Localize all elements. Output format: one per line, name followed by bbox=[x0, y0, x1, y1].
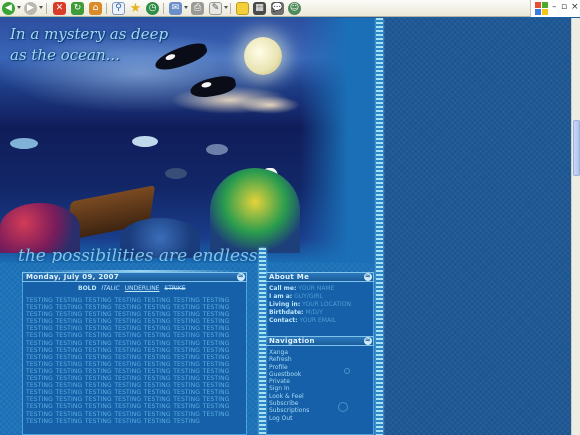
fish-image bbox=[206, 144, 228, 155]
formatting-sample: BOLD ITALIC UNDERLINE STRIKE bbox=[26, 285, 243, 293]
post-date-header: Monday, July 09, 2007 ≈ bbox=[22, 272, 247, 282]
search-icon[interactable]: ⚲ bbox=[112, 2, 125, 15]
artwork-fade bbox=[300, 18, 376, 263]
minimize-button[interactable]: – bbox=[552, 2, 557, 12]
window-controls: – ▫ × bbox=[530, 0, 580, 17]
fish-image bbox=[10, 138, 38, 149]
italic-sample: ITALIC bbox=[101, 285, 120, 292]
back-dropdown-icon[interactable] bbox=[17, 6, 21, 9]
bubble-decoration bbox=[344, 368, 350, 374]
nav-link-subscribe[interactable]: Subscribe bbox=[269, 400, 370, 407]
edit-icon[interactable]: ✎ bbox=[209, 2, 222, 15]
collapse-icon[interactable]: ≈ bbox=[237, 273, 245, 281]
mail-dropdown-icon[interactable] bbox=[184, 6, 188, 9]
nav-link-log-out[interactable]: Log Out bbox=[269, 415, 370, 422]
toolbar-separator bbox=[230, 3, 231, 14]
about-value: GUY/GIRL bbox=[294, 293, 323, 300]
favorites-icon[interactable]: ★ bbox=[129, 2, 142, 15]
header-artwork: In a mystery as deep as the ocean... the… bbox=[0, 18, 376, 263]
nav-link-refresh[interactable]: Refresh bbox=[269, 356, 370, 363]
chain-border-left bbox=[259, 248, 266, 435]
underline-sample: UNDERLINE bbox=[124, 285, 160, 292]
page-scrollbar[interactable] bbox=[571, 18, 580, 435]
navigation-panel: Xanga Refresh Profile Guestbook Private … bbox=[265, 346, 374, 435]
discuss-icon[interactable]: 💬 bbox=[271, 2, 284, 15]
about-value: YOUR EMAIL bbox=[299, 317, 337, 324]
sunset-cloud bbox=[240, 96, 300, 114]
about-me-title: About Me bbox=[269, 273, 310, 281]
collapse-icon[interactable]: ≈ bbox=[364, 337, 372, 345]
moon-image bbox=[244, 37, 282, 75]
back-icon[interactable]: ◀ bbox=[2, 2, 15, 15]
bubble-decoration bbox=[338, 402, 348, 412]
toolbar-separator bbox=[106, 3, 107, 14]
fish-image bbox=[165, 168, 187, 179]
refresh-icon[interactable]: ↻ bbox=[71, 2, 84, 15]
about-key: Call me: bbox=[269, 285, 297, 292]
nav-link-sign-in[interactable]: Sign In bbox=[269, 385, 370, 392]
header-subtagline: the possibilities are endless bbox=[18, 246, 258, 263]
browser-toolbar: ◀ ▶ ✕ ↻ ⌂ ⚲ ★ ◷ ✉ ⎙ ✎ ▦ 💬 ☺ – ▫ × bbox=[0, 0, 580, 17]
about-row: Contact: YOUR EMAIL bbox=[269, 317, 370, 325]
about-row: Birthdate: M/D/Y bbox=[269, 309, 370, 317]
navigation-header: Navigation ≈ bbox=[265, 336, 374, 346]
coral-reef bbox=[210, 168, 300, 253]
about-key: Living in: bbox=[269, 301, 301, 308]
about-value: YOUR LOCATION bbox=[302, 301, 352, 308]
maximize-button[interactable]: ▫ bbox=[561, 2, 567, 12]
about-me-panel: Call me: YOUR NAME I am a: GUY/GIRL Livi… bbox=[265, 282, 374, 343]
mail-icon[interactable]: ✉ bbox=[169, 2, 182, 15]
nav-link-guestbook[interactable]: Guestbook bbox=[269, 371, 370, 378]
print-icon[interactable]: ⎙ bbox=[191, 2, 204, 15]
chain-border-right bbox=[376, 18, 383, 435]
research-icon[interactable]: ☺ bbox=[288, 2, 301, 15]
about-row: Living in: YOUR LOCATION bbox=[269, 301, 370, 309]
about-key: Birthdate: bbox=[269, 309, 304, 316]
post-body: BOLD ITALIC UNDERLINE STRIKE TESTING TES… bbox=[22, 282, 247, 435]
about-key: I am a: bbox=[269, 293, 293, 300]
forward-icon[interactable]: ▶ bbox=[24, 2, 37, 15]
history-icon[interactable]: ◷ bbox=[146, 2, 159, 15]
page-canvas: In a mystery as deep as the ocean... the… bbox=[0, 18, 571, 435]
header-tagline: In a mystery as deep as the ocean... bbox=[10, 25, 169, 64]
stop-icon[interactable]: ✕ bbox=[53, 2, 66, 15]
about-key: Contact: bbox=[269, 317, 298, 324]
media-icon[interactable]: ▦ bbox=[253, 2, 266, 15]
toolbar-separator bbox=[163, 3, 164, 14]
about-row: I am a: GUY/GIRL bbox=[269, 293, 370, 301]
navigation-title: Navigation bbox=[269, 337, 315, 345]
home-icon[interactable]: ⌂ bbox=[89, 2, 102, 15]
about-me-header: About Me ≈ bbox=[265, 272, 374, 282]
post-date: Monday, July 09, 2007 bbox=[26, 273, 119, 281]
close-button[interactable]: × bbox=[571, 2, 579, 12]
scrollbar-thumb[interactable] bbox=[573, 120, 580, 176]
toolbar-separator bbox=[46, 3, 47, 14]
edit-dropdown-icon[interactable] bbox=[224, 6, 228, 9]
bold-sample: BOLD bbox=[78, 285, 97, 292]
forward-dropdown-icon[interactable] bbox=[39, 6, 43, 9]
post-text: TESTING TESTING TESTING TESTING TESTING … bbox=[26, 297, 230, 425]
messenger-icon[interactable] bbox=[236, 2, 249, 15]
nav-link-xanga[interactable]: Xanga bbox=[269, 349, 370, 356]
nav-link-look-and-feel[interactable]: Look & Feel bbox=[269, 393, 370, 400]
windows-logo-icon bbox=[535, 2, 548, 15]
nav-link-private[interactable]: Private bbox=[269, 378, 370, 385]
nav-link-subscriptions[interactable]: Subscriptions bbox=[269, 407, 370, 414]
content-column: In a mystery as deep as the ocean... the… bbox=[0, 18, 381, 435]
about-row: Call me: YOUR NAME bbox=[269, 285, 370, 293]
about-value: M/D/Y bbox=[305, 309, 323, 316]
nav-link-profile[interactable]: Profile bbox=[269, 364, 370, 371]
about-value: YOUR NAME bbox=[298, 285, 335, 292]
collapse-icon[interactable]: ≈ bbox=[364, 273, 372, 281]
strike-sample: STRIKE bbox=[164, 285, 186, 292]
fish-image bbox=[132, 136, 158, 147]
